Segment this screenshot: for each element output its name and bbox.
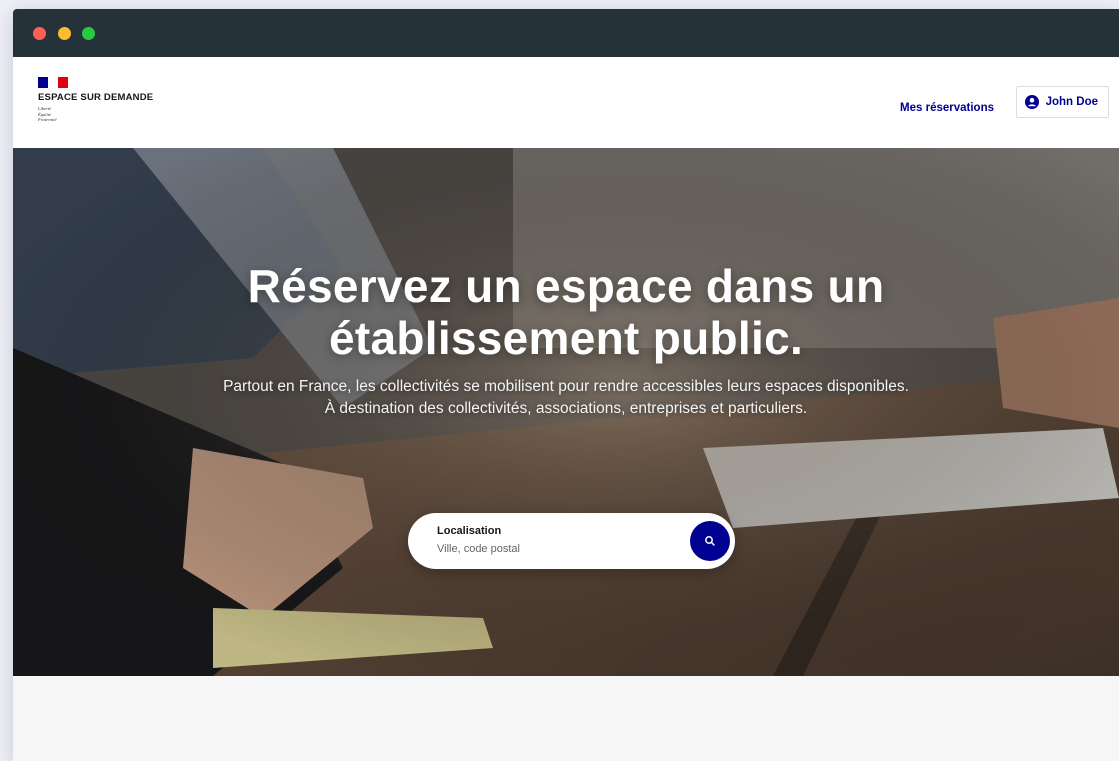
republic-motto: Liberté Égalité Fraternité xyxy=(38,106,57,122)
location-search-input[interactable] xyxy=(437,541,667,557)
close-window-dot[interactable] xyxy=(33,27,46,40)
site-header: ESPACE SUR DEMANDE Liberté Égalité Frate… xyxy=(13,57,1119,148)
logo-title: ESPACE SUR DEMANDE xyxy=(38,92,154,103)
hero-section: Réservez un espace dans un établissement… xyxy=(13,148,1119,676)
browser-window: ESPACE SUR DEMANDE Liberté Égalité Frate… xyxy=(13,9,1119,761)
user-name: John Doe xyxy=(1045,96,1098,108)
maximize-window-dot[interactable] xyxy=(82,27,95,40)
minimize-window-dot[interactable] xyxy=(58,27,71,40)
site-logo[interactable]: ESPACE SUR DEMANDE Liberté Égalité Frate… xyxy=(38,77,198,133)
french-flag-icon xyxy=(38,77,68,88)
user-account-button[interactable]: John Doe xyxy=(1015,86,1109,118)
my-reservations-link[interactable]: Mes réservations xyxy=(900,102,994,114)
hero-title: Réservez un espace dans un établissement… xyxy=(13,260,1119,364)
hero-content: Réservez un espace dans un établissement… xyxy=(13,260,1119,420)
hero-title-line-1: Réservez un espace dans un xyxy=(247,260,885,312)
page-content-area xyxy=(13,676,1119,761)
search-button[interactable] xyxy=(690,521,730,561)
user-circle-icon xyxy=(1024,95,1039,109)
window-titlebar xyxy=(13,9,1119,57)
location-label: Localisation xyxy=(437,525,502,537)
search-icon xyxy=(705,536,715,546)
hero-description: Partout en France, les collectivités se … xyxy=(223,378,909,417)
location-search-box[interactable]: Localisation xyxy=(408,513,735,569)
hero-title-line-2: établissement public. xyxy=(328,312,804,364)
